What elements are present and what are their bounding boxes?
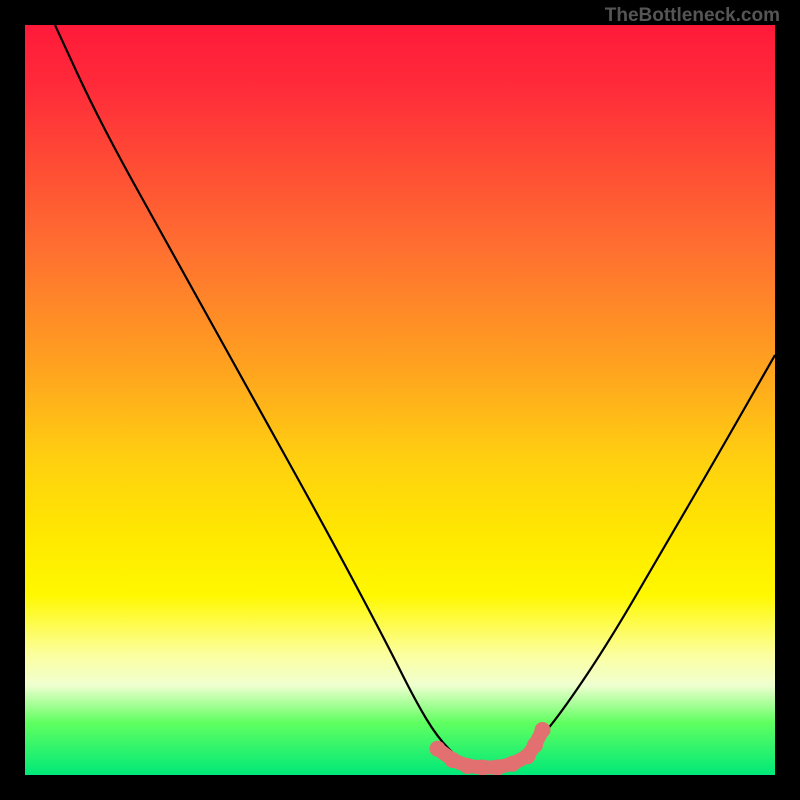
- bottleneck-curve: [55, 25, 775, 768]
- optimal-point: [430, 741, 446, 757]
- optimal-point: [527, 737, 543, 753]
- optimal-point: [460, 758, 476, 774]
- optimal-zone-dots: [430, 722, 551, 775]
- optimal-point: [490, 760, 506, 776]
- optimal-point: [535, 722, 551, 738]
- watermark-text: TheBottleneck.com: [605, 5, 780, 27]
- optimal-point: [445, 752, 461, 768]
- optimal-point: [520, 748, 536, 764]
- optimal-zone-stroke: [438, 730, 543, 768]
- optimal-point: [475, 760, 491, 776]
- chart-svg: [25, 25, 775, 775]
- optimal-point: [505, 756, 521, 772]
- plot-area: [25, 25, 775, 775]
- chart-container: TheBottleneck.com: [0, 0, 800, 800]
